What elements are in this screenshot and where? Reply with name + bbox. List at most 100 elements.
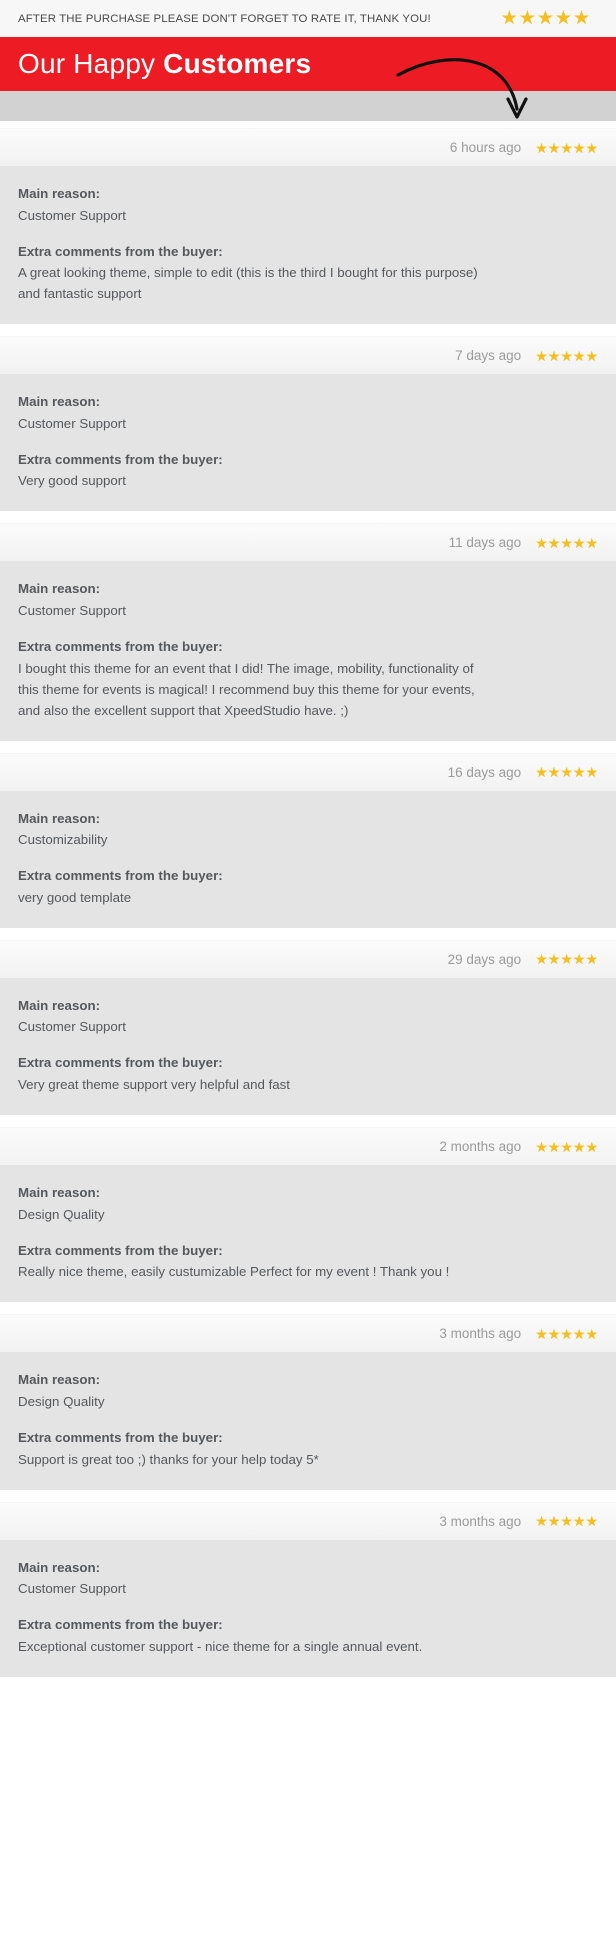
extra-comments-label: Extra comments from the buyer: xyxy=(18,451,223,467)
star-icon: ★ xyxy=(585,534,598,551)
star-icon: ★ xyxy=(535,1513,548,1530)
review-star-rating: ★ ★ ★ ★ ★ xyxy=(535,1140,598,1154)
star-icon: ★ xyxy=(547,1325,561,1342)
review-body: Main reason: Customer Support Extra commen… xyxy=(0,1539,616,1677)
banner-title: Our Happy Customers xyxy=(18,48,311,80)
star-icon: ★ xyxy=(554,8,572,29)
star-icon: ★ xyxy=(535,764,548,781)
star-icon: ★ xyxy=(572,764,586,781)
review-body: Main reason: Design Quality Extra comments… xyxy=(0,1352,616,1490)
star-icon: ★ xyxy=(535,951,548,968)
review-timestamp: 2 months ago xyxy=(439,1139,522,1155)
review-star-rating: ★ ★ ★ ★ ★ xyxy=(535,1327,598,1341)
review-timestamp: 16 days ago xyxy=(447,764,522,780)
review-star-rating: ★ ★ ★ ★ ★ xyxy=(535,1514,598,1528)
extra-comments-label: Extra comments from the buyer: xyxy=(18,1242,223,1258)
main-reason-value: Customer Support xyxy=(18,1019,126,1035)
extra-comments-value: A great looking theme, simple to edit (t… xyxy=(18,265,478,302)
star-icon: ★ xyxy=(585,764,598,781)
extra-comments-label: Extra comments from the buyer: xyxy=(18,1429,223,1445)
star-icon: ★ xyxy=(585,347,598,364)
star-icon: ★ xyxy=(535,534,548,551)
review-item: 3 months ago ★ ★ ★ ★ ★ Main reason: Design Qual… xyxy=(0,1314,616,1490)
rate-notice-bar: AFTER THE PURCHASE PLEASE DON'T FORGET T… xyxy=(0,0,616,37)
extra-comments-value: I bought this theme for an event that I … xyxy=(18,660,475,718)
star-icon: ★ xyxy=(572,1325,586,1342)
main-reason-label: Main reason: xyxy=(18,997,101,1013)
review-item: 11 days ago ★ ★ ★ ★ ★ Main reason: Customer Sup… xyxy=(0,523,616,741)
star-icon: ★ xyxy=(572,951,586,968)
main-reason-value: Customer Support xyxy=(18,415,126,431)
star-icon: ★ xyxy=(547,951,561,968)
main-reason-value: Customer Support xyxy=(18,207,126,223)
review-timestamp: 7 days ago xyxy=(455,348,522,364)
extra-comments-label: Extra comments from the buyer: xyxy=(18,639,223,655)
extra-comments-label: Extra comments from the buyer: xyxy=(18,868,223,884)
main-reason-value: Customer Support xyxy=(18,603,126,619)
review-timestamp: 6 hours ago xyxy=(449,140,522,155)
review-item: 16 days ago ★ ★ ★ ★ ★ Main reason: Customizabil… xyxy=(0,752,616,928)
review-header: 3 months ago ★ ★ ★ ★ ★ xyxy=(0,1314,616,1353)
main-reason-value: Customizability xyxy=(18,832,108,848)
review-star-rating: ★ ★ ★ ★ ★ xyxy=(535,141,598,155)
star-icon: ★ xyxy=(535,347,548,364)
review-star-rating: ★ ★ ★ ★ ★ xyxy=(535,349,598,363)
star-icon: ★ xyxy=(560,534,573,551)
extra-comments-value: Exceptional customer support - nice them… xyxy=(18,1638,423,1654)
main-reason-label: Main reason: xyxy=(18,581,101,597)
field-spacer xyxy=(18,1037,598,1053)
star-icon: ★ xyxy=(547,139,561,156)
review-timestamp: 11 days ago xyxy=(448,535,522,551)
review-body: Main reason: Customer Support Extra commen… xyxy=(0,166,616,325)
review-item: 3 months ago ★ ★ ★ ★ ★ Main reason: Customer Su… xyxy=(0,1501,616,1677)
main-reason-label: Main reason: xyxy=(18,810,101,826)
banner-underbar xyxy=(0,91,616,121)
star-icon: ★ xyxy=(572,139,586,156)
star-icon: ★ xyxy=(560,1513,573,1530)
main-reason-label: Main reason: xyxy=(18,1372,101,1388)
field-spacer xyxy=(18,1412,598,1428)
star-icon: ★ xyxy=(518,8,536,29)
main-reason-label: Main reason: xyxy=(18,186,101,201)
banner-title-bold: Customers xyxy=(163,48,312,79)
review-timestamp: 29 days ago xyxy=(447,951,522,967)
field-spacer xyxy=(18,621,598,637)
review-body: Main reason: Customizability Extra comment… xyxy=(0,790,616,928)
star-icon: ★ xyxy=(572,1138,586,1155)
field-spacer xyxy=(18,226,598,242)
customer-reviews-page: AFTER THE PURCHASE PLEASE DON'T FORGET T… xyxy=(0,0,616,1950)
star-icon: ★ xyxy=(536,8,554,29)
review-item: 2 months ago ★ ★ ★ ★ ★ Main reason: Design Qual… xyxy=(0,1127,616,1303)
extra-comments-label: Extra comments from the buyer: xyxy=(18,1055,223,1071)
review-timestamp: 3 months ago xyxy=(439,1326,522,1342)
review-header: 6 hours ago ★ ★ ★ ★ ★ xyxy=(0,128,616,166)
main-reason-label: Main reason: xyxy=(18,394,101,410)
star-icon: ★ xyxy=(535,139,548,156)
rate-notice-text: AFTER THE PURCHASE PLEASE DON'T FORGET T… xyxy=(18,12,431,25)
extra-comments-value: Really nice theme, easily custumizable P… xyxy=(18,1264,450,1280)
banner-title-light: Our Happy xyxy=(18,48,164,79)
review-item: 7 days ago ★ ★ ★ ★ ★ Main reason: Customer Supp… xyxy=(0,336,616,512)
star-icon: ★ xyxy=(560,1138,573,1155)
star-icon: ★ xyxy=(535,1138,548,1155)
extra-comments-value: Support is great too ;) thanks for your … xyxy=(18,1451,319,1467)
review-item: 6 hours ago ★ ★ ★ ★ ★ Main reason: Customer Sup… xyxy=(0,128,616,325)
main-reason-value: Design Quality xyxy=(18,1206,105,1222)
review-body: Main reason: Customer Support Extra commen… xyxy=(0,977,616,1116)
field-spacer xyxy=(18,1225,598,1241)
star-icon: ★ xyxy=(572,534,586,551)
extra-comments-label: Extra comments from the buyer: xyxy=(18,1617,223,1633)
star-icon: ★ xyxy=(572,8,590,29)
star-icon: ★ xyxy=(585,1138,598,1155)
star-icon: ★ xyxy=(585,951,598,968)
review-star-rating: ★ ★ ★ ★ ★ xyxy=(535,536,598,550)
extra-comments-label: Extra comments from the buyer: xyxy=(18,243,223,259)
field-spacer xyxy=(18,434,598,450)
review-item: 29 days ago ★ ★ ★ ★ ★ Main reason: Customer Sup… xyxy=(0,939,616,1116)
star-icon: ★ xyxy=(585,1513,598,1530)
review-header: 16 days ago ★ ★ ★ ★ ★ xyxy=(0,752,616,791)
field-spacer xyxy=(18,850,598,866)
field-spacer xyxy=(18,1599,598,1615)
star-icon: ★ xyxy=(547,1138,561,1155)
main-reason-label: Main reason: xyxy=(18,1559,101,1575)
